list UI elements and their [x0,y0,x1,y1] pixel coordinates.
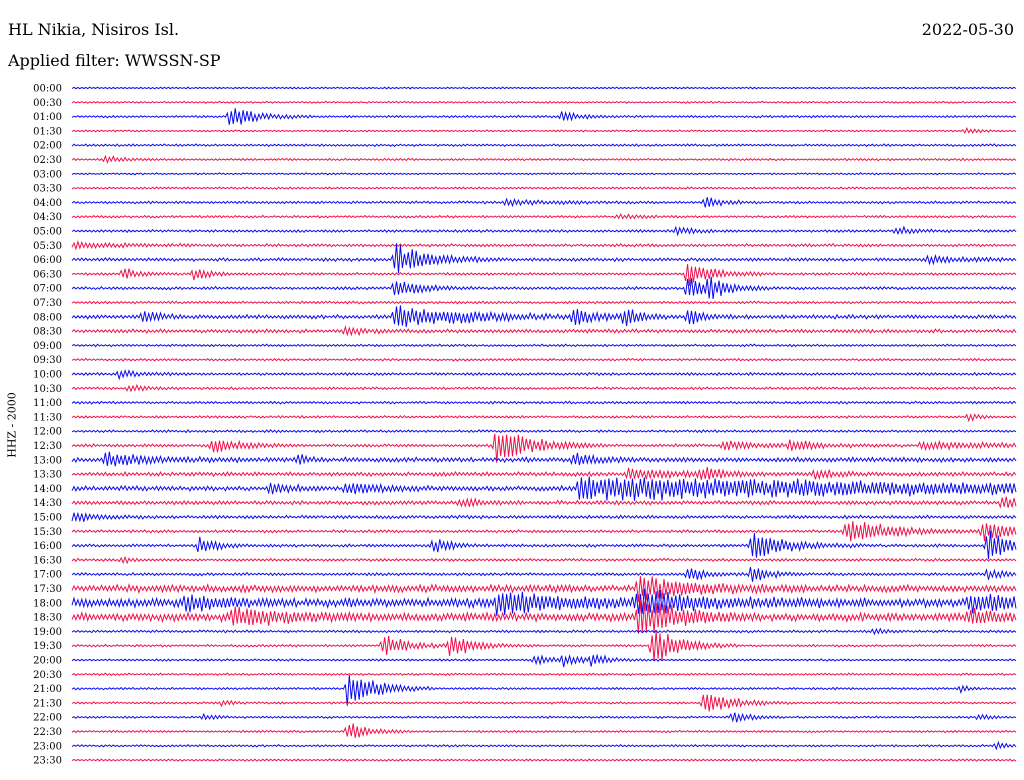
trace-line [71,400,1017,405]
trace-line [71,143,1017,148]
trace-line [71,496,1017,509]
trace-line [71,433,1017,463]
row-time-label: 21:30 [33,698,62,709]
trace-line [71,126,1017,134]
trace-line [71,213,1017,220]
row-time-label: 03:00 [33,169,62,180]
trace-line [71,357,1017,362]
row-time-label: 08:00 [33,312,62,323]
trace-line [71,413,1017,423]
row-time-label: 16:30 [33,555,62,566]
trace-line [71,467,1017,481]
row-time-label: 10:30 [33,384,62,395]
row-time-label: 11:00 [33,398,62,409]
row-time-label: 19:30 [33,641,62,652]
row-time-label: 10:00 [33,370,62,381]
trace-line [71,740,1017,751]
row-time-label: 00:30 [33,98,62,109]
trace-line [71,758,1017,763]
trace-line [71,723,1017,738]
row-time-label: 02:00 [33,141,62,152]
row-time-label: 13:00 [33,455,62,466]
trace-line [71,369,1017,381]
trace-line [71,429,1017,434]
trace-line [71,197,1017,208]
trace-line [71,672,1017,677]
row-time-label: 09:30 [33,355,62,366]
trace-line [71,630,1017,662]
trace-line [71,186,1017,191]
row-time-label: 22:30 [33,727,62,738]
trace-line [71,476,1017,501]
trace-line [71,300,1017,305]
trace-line [71,511,1017,523]
row-time-label: 12:00 [33,427,62,438]
row-time-label: 06:00 [33,255,62,266]
row-time-label: 02:30 [33,155,62,166]
row-time-label: 21:00 [33,684,62,695]
row-time-label: 14:00 [33,484,62,495]
trace-line [71,108,1017,125]
row-time-label: 12:30 [33,441,62,452]
row-time-label: 05:30 [33,241,62,252]
row-time-label: 20:00 [33,656,62,667]
helicorder-plot: 00:00 00:30 01:00 01:30 02:00 02:30 03:00 03:30… [33,84,1017,767]
row-time-label: 01:00 [33,112,62,123]
trace-line [71,225,1017,237]
row-time-label: 07:30 [33,298,62,309]
row-time-label: 15:00 [33,513,62,524]
row-time-label: 13:30 [33,470,62,481]
trace-line [71,566,1017,582]
trace-line [71,172,1017,176]
trace-line [71,100,1017,104]
trace-line [71,653,1017,668]
row-time-label: 05:00 [33,227,62,238]
row-time-label: 07:00 [33,284,62,295]
trace-line [71,154,1017,165]
trace-line [71,383,1017,393]
trace-line [71,712,1017,723]
trace-line [71,674,1017,706]
row-time-label: 16:00 [33,541,62,552]
row-time-label: 01:30 [33,126,62,137]
trace-line [71,243,1017,274]
row-time-label: 09:00 [33,341,62,352]
row-time-label: 18:00 [33,598,62,609]
row-time-label: 14:30 [33,498,62,509]
row-time-label: 23:00 [33,741,62,752]
trace-line [71,305,1017,328]
row-time-label: 04:30 [33,212,62,223]
row-time-label: 03:30 [33,184,62,195]
row-label-group: 00:00 00:30 01:00 01:30 02:00 02:30 03:00 03:30… [33,84,62,767]
trace-line [71,694,1017,712]
row-time-label: 20:30 [33,670,62,681]
row-time-label: 08:30 [33,327,62,338]
trace-line [71,86,1017,90]
row-time-label: 00:00 [33,84,62,95]
row-time-label: 11:30 [33,412,62,423]
trace-line [71,627,1017,636]
row-time-label: 15:30 [33,527,62,538]
trace-line [71,555,1017,565]
trace-line [71,240,1017,251]
row-time-label: 17:00 [33,570,62,581]
trace-line [71,521,1017,542]
row-time-label: 06:30 [33,269,62,280]
trace-group [71,86,1017,763]
row-time-label: 23:30 [33,756,62,767]
trace-line [71,576,1017,602]
trace-line [71,276,1017,299]
row-time-label: 04:00 [33,198,62,209]
trace-line [71,264,1017,286]
row-time-label: 22:00 [33,713,62,724]
trace-line [71,343,1017,348]
row-time-label: 19:00 [33,627,62,638]
trace-line [71,451,1017,467]
row-time-label: 17:30 [33,584,62,595]
row-time-label: 18:30 [33,613,62,624]
trace-line [71,325,1017,337]
